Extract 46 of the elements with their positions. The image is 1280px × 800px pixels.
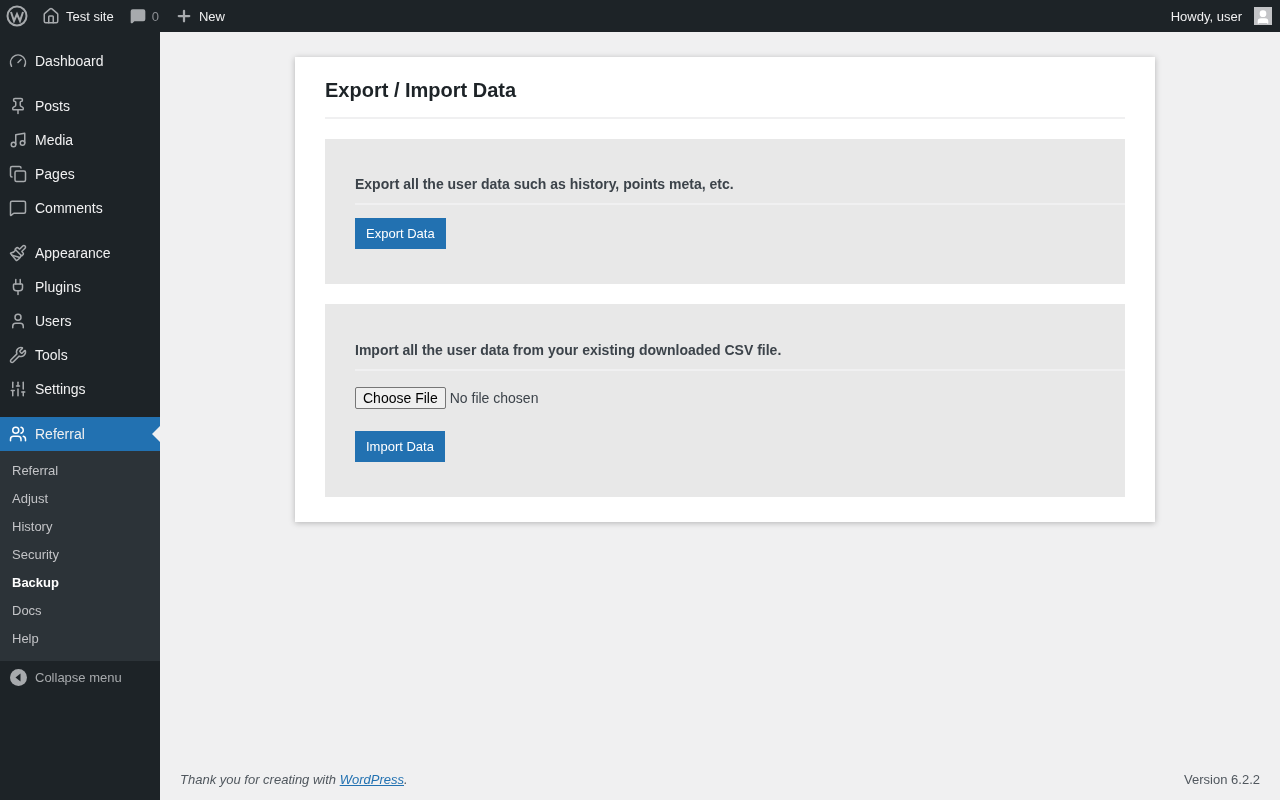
speech-bubble-icon: [9, 199, 27, 217]
import-data-button[interactable]: Import Data: [355, 431, 445, 462]
menu-item[interactable]: Appearance: [0, 236, 160, 270]
pages-icon: [9, 165, 27, 183]
submenu-item[interactable]: Referral: [0, 457, 160, 485]
menu-item[interactable]: Referral: [0, 417, 160, 451]
submenu-item[interactable]: Backup: [0, 569, 160, 597]
menu-item[interactable]: Settings: [0, 372, 160, 406]
submenu-item[interactable]: History: [0, 513, 160, 541]
users-icon: [9, 425, 27, 443]
section-description: Export all the user data such as history, points meta, etc.: [355, 176, 1125, 205]
wordpress-link[interactable]: WordPress: [339, 772, 404, 787]
submenu-item[interactable]: Security: [0, 541, 160, 569]
export-data-button[interactable]: Export Data: [355, 218, 446, 249]
sliders-icon: [9, 380, 27, 398]
comments-link[interactable]: 0: [129, 8, 159, 24]
page-title: Export / Import Data: [325, 77, 1125, 119]
user-icon: [9, 312, 27, 330]
choose-file-button[interactable]: Choose File: [355, 387, 446, 409]
submenu-item[interactable]: Docs: [0, 597, 160, 625]
file-status: No file chosen: [449, 390, 539, 406]
gauge-icon: [9, 52, 27, 70]
menu-item[interactable]: Media: [0, 123, 160, 157]
menu-item[interactable]: Users: [0, 304, 160, 338]
greeting-link[interactable]: Howdy, user: [1170, 8, 1242, 24]
collapse-menu-button[interactable]: Collapse menu: [0, 661, 160, 686]
logo-icon[interactable]: [6, 5, 28, 27]
wrench-icon: [9, 346, 27, 364]
menu-item[interactable]: Dashboard: [0, 44, 160, 78]
submenu-item[interactable]: Adjust: [0, 485, 160, 513]
menu-item[interactable]: Comments: [0, 191, 160, 225]
home-icon: [42, 7, 60, 25]
menu-item[interactable]: Tools: [0, 338, 160, 372]
new-link[interactable]: New: [174, 7, 225, 25]
pin-icon: [9, 97, 27, 115]
paintbrush-icon: [9, 244, 27, 262]
version-text: Version 6.2.2: [1184, 772, 1260, 787]
speech-bubble-icon: [129, 8, 146, 24]
site-name-link[interactable]: Test site: [42, 7, 114, 25]
menu-item[interactable]: Posts: [0, 89, 160, 123]
submenu-item[interactable]: Help: [0, 625, 160, 653]
section-description: Import all the user data from your existing downloaded CSV file.: [355, 342, 1125, 371]
menu-item[interactable]: Plugins: [0, 270, 160, 304]
music-note-icon: [9, 131, 27, 149]
footer-thanks: Thank you for creating with WordPress.: [180, 772, 408, 787]
menu-item[interactable]: Pages: [0, 157, 160, 191]
